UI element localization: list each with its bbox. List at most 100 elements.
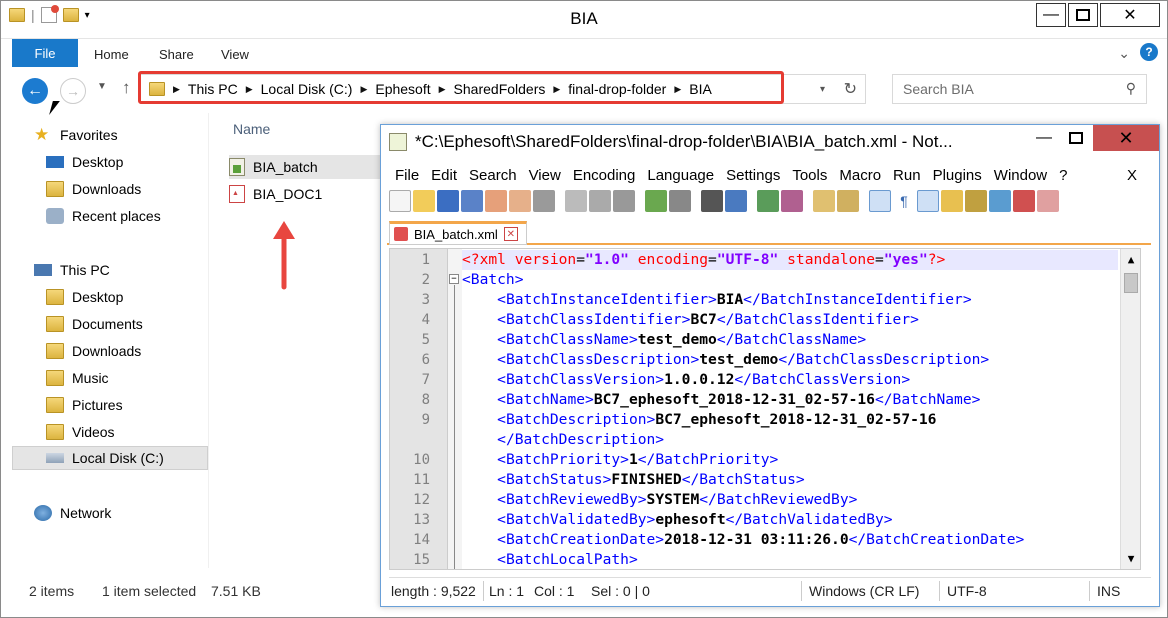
refresh-icon[interactable]: ↻ [844, 79, 857, 99]
minimize-button[interactable]: — [1036, 3, 1066, 27]
xml-open-tag: <BatchClassName> [497, 331, 638, 348]
nav-pc-desktop[interactable]: Desktop [46, 285, 123, 309]
line-number: 14 [413, 532, 430, 548]
scroll-up-icon[interactable]: ▲ [1121, 253, 1140, 266]
function-list-icon[interactable] [989, 190, 1011, 212]
menu-file[interactable]: File [395, 167, 419, 184]
column-header-name[interactable]: Name [221, 113, 391, 145]
zoom-in-icon[interactable] [757, 190, 779, 212]
menu-run[interactable]: Run [893, 167, 921, 184]
document-map-icon[interactable] [965, 190, 987, 212]
close-all-icon[interactable] [509, 190, 531, 212]
nav-pc-music[interactable]: Music [46, 366, 109, 390]
recent-locations-icon[interactable]: ▼ [97, 81, 107, 92]
new-file-icon[interactable] [389, 190, 411, 212]
nav-network[interactable]: Network [34, 501, 111, 525]
replace-icon[interactable] [725, 190, 747, 212]
scroll-thumb[interactable] [1124, 273, 1138, 293]
fold-toggle-icon[interactable]: − [449, 274, 459, 284]
nav-this-pc[interactable]: This PC [34, 258, 110, 282]
tab-home[interactable]: Home [94, 47, 129, 62]
address-dropdown-icon[interactable]: ▾ [820, 84, 825, 95]
nav-label: Network [60, 505, 112, 521]
xml-close-tag: </BatchDescription> [497, 431, 665, 448]
open-file-icon[interactable] [413, 190, 435, 212]
notepad-minimize-button[interactable]: — [1029, 125, 1059, 151]
back-button[interactable]: ← [22, 78, 48, 104]
menu-search[interactable]: Search [469, 167, 517, 184]
redo-icon[interactable] [669, 190, 691, 212]
menu-edit[interactable]: Edit [431, 167, 457, 184]
monitoring-icon[interactable] [1037, 190, 1059, 212]
code-editor[interactable]: − 1 <?xml version="1.0" encoding="UTF-8" … [389, 248, 1141, 570]
file-item-bia-doc1[interactable]: ▲ BIA_DOC1 [229, 182, 391, 206]
search-input[interactable]: Search BIA ⚲ [892, 74, 1147, 104]
sync-horizontal-icon[interactable] [837, 190, 859, 212]
expand-ribbon-icon[interactable]: ⌄ [1118, 45, 1130, 62]
show-all-characters-icon[interactable]: ¶ [893, 190, 915, 212]
menu-view[interactable]: View [529, 167, 561, 184]
print-icon[interactable] [533, 190, 555, 212]
menu-plugins[interactable]: Plugins [933, 167, 982, 184]
menu-encoding[interactable]: Encoding [573, 167, 636, 184]
indent-guide-icon[interactable] [917, 190, 939, 212]
notepad-toolbar: ¶ [389, 187, 1149, 215]
line-number: 8 [421, 392, 430, 408]
nav-pc-documents[interactable]: Documents [46, 312, 143, 336]
nav-pc-downloads[interactable]: Downloads [46, 339, 141, 363]
menu-tools[interactable]: Tools [792, 167, 827, 184]
tab-bia-batch-xml[interactable]: BIA_batch.xml ✕ [389, 221, 527, 245]
word-wrap-icon[interactable] [869, 190, 891, 212]
nav-pc-local-disk[interactable]: Local Disk (C:) [12, 446, 208, 470]
nav-label: Favorites [60, 127, 118, 143]
menu-language[interactable]: Language [647, 167, 714, 184]
line-number: 2 [421, 272, 430, 288]
code-line: <BatchClassName>test_demo</BatchClassNam… [462, 330, 1118, 350]
save-all-icon[interactable] [461, 190, 483, 212]
undo-icon[interactable] [645, 190, 667, 212]
xml-close-tag: </BatchStatus> [681, 471, 805, 488]
network-icon [34, 505, 52, 521]
nav-fav-desktop[interactable]: Desktop [46, 150, 123, 174]
tab-close-icon[interactable]: ✕ [503, 227, 518, 241]
xml-attribute-value: "UTF-8" [716, 251, 779, 268]
nav-pc-pictures[interactable]: Pictures [46, 393, 123, 417]
line-number: 9 [421, 412, 430, 428]
save-icon[interactable] [437, 190, 459, 212]
tab-share[interactable]: Share [159, 47, 194, 62]
nav-fav-recent-places[interactable]: Recent places [46, 204, 161, 228]
help-icon[interactable]: ? [1140, 43, 1158, 61]
tab-view[interactable]: View [221, 47, 249, 62]
sync-vertical-icon[interactable] [813, 190, 835, 212]
nav-pc-videos[interactable]: Videos [46, 420, 115, 444]
cut-icon[interactable] [565, 190, 587, 212]
menu-help[interactable]: ? [1059, 167, 1067, 184]
maximize-button[interactable] [1068, 3, 1098, 27]
file-item-bia-batch[interactable]: BIA_batch [229, 155, 391, 179]
tab-file[interactable]: File [12, 39, 78, 67]
nav-fav-downloads[interactable]: Downloads [46, 177, 141, 201]
notepad-maximize-button[interactable] [1061, 125, 1091, 151]
zoom-out-icon[interactable] [781, 190, 803, 212]
vertical-scrollbar[interactable]: ▲ ▼ [1120, 249, 1140, 569]
up-button[interactable]: ↑ [122, 78, 131, 98]
find-icon[interactable] [701, 190, 723, 212]
menu-close-doc[interactable]: X [1127, 167, 1137, 184]
notepad-close-button[interactable]: ✕ [1093, 125, 1159, 151]
close-button[interactable]: ✕ [1100, 3, 1160, 27]
close-file-icon[interactable] [485, 190, 507, 212]
status-divider [1089, 581, 1090, 601]
paste-icon[interactable] [613, 190, 635, 212]
nav-favorites[interactable]: ★ Favorites [34, 123, 118, 147]
menu-window[interactable]: Window [994, 167, 1047, 184]
folder-as-workspace-icon[interactable] [1013, 190, 1035, 212]
user-language-icon[interactable] [941, 190, 963, 212]
scroll-down-icon[interactable]: ▼ [1121, 552, 1140, 565]
forward-button[interactable]: → [60, 78, 86, 104]
copy-icon[interactable] [589, 190, 611, 212]
line-number: 1 [421, 252, 430, 268]
menu-macro[interactable]: Macro [839, 167, 881, 184]
menu-settings[interactable]: Settings [726, 167, 780, 184]
